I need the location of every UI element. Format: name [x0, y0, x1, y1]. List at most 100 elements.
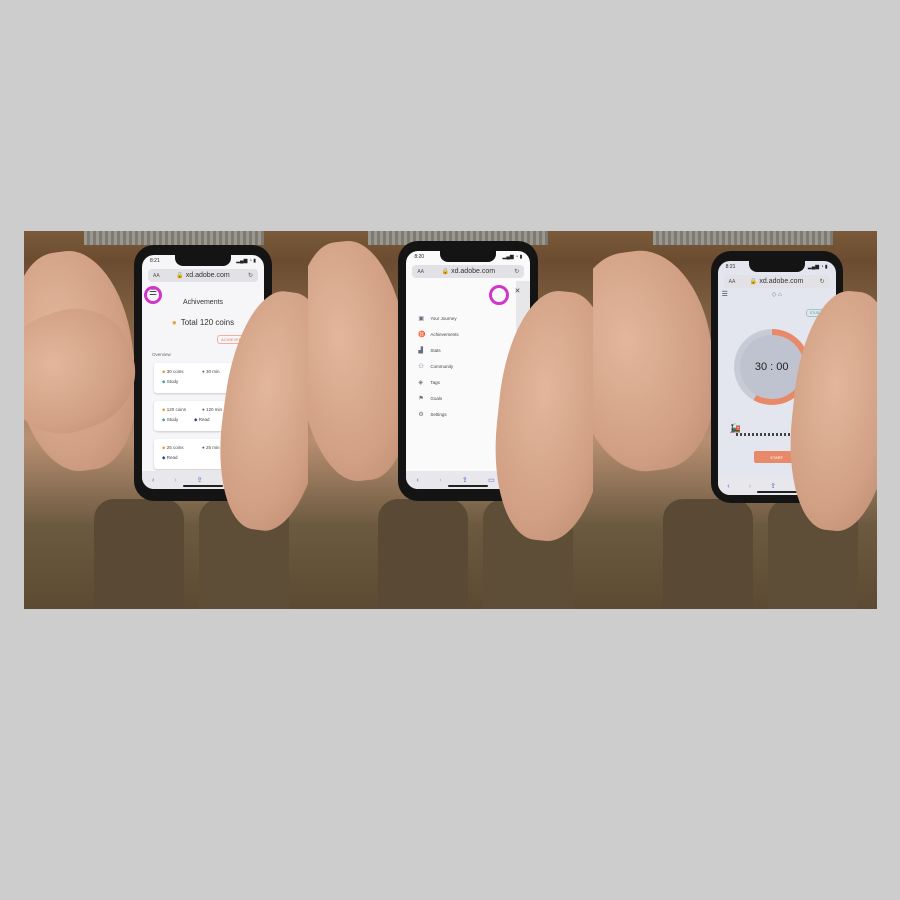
lap — [662, 499, 753, 609]
card-tag: ◆ Read — [162, 455, 178, 461]
panel-timer: 8:21 ▂▄▆ ◔ ▮ AA 🔒 xd.adobe.com ↻ ☰ ◇ ⌂ S… — [592, 231, 877, 609]
card-time: ● 25 min — [202, 445, 220, 450]
tag-icon: ◆ — [162, 407, 166, 412]
reload-icon[interactable]: ↻ — [514, 268, 519, 275]
screenshot-strip: 8:21 ▂▄▆ ◔ ▮ AA 🔒 xd.adobe.com ↻ ☰ Achiv… — [24, 231, 877, 609]
menu-item-achievements[interactable]: ♉ Achievements — [418, 331, 458, 338]
menu-item-label: Settings — [430, 412, 447, 417]
back-icon[interactable]: ‹ — [152, 477, 154, 484]
card-tag-text: Study — [166, 379, 179, 384]
notch — [748, 261, 805, 272]
reader-aa-button[interactable]: AA — [729, 279, 736, 285]
bar-chart-icon: ▟ — [418, 348, 423, 354]
menu-item-label: Stats — [430, 348, 441, 353]
notch — [440, 251, 497, 262]
medal-icon: ♉ — [418, 332, 426, 338]
forward-icon[interactable]: › — [439, 477, 441, 484]
bookmarks-icon[interactable]: ▭ — [488, 476, 495, 484]
share-icon[interactable]: ⇪ — [197, 476, 203, 484]
home-indicator — [756, 491, 797, 493]
status-icons: ▂▄▆ ◔ ▮ — [807, 264, 828, 270]
background-mat — [84, 231, 264, 245]
menu-item-settings[interactable]: ⚙ Settings — [418, 411, 446, 418]
close-icon[interactable]: ✕ — [514, 287, 520, 295]
menu-item-stats[interactable]: ▟ Stats — [418, 347, 440, 354]
journey-icon: ▣ — [418, 316, 424, 322]
highlight-ring — [144, 286, 162, 304]
share-icon[interactable]: ⇪ — [462, 476, 468, 484]
back-icon[interactable]: ‹ — [417, 477, 419, 484]
flag-icon: ⚑ — [418, 396, 424, 402]
overview-label: Overview — [152, 352, 171, 357]
card-tag-text: Study — [166, 417, 179, 422]
share-icon[interactable]: ⇪ — [770, 482, 776, 490]
background-mat — [652, 231, 833, 245]
card-tag-text: Read — [166, 455, 178, 460]
tag-icon: ◆ — [162, 445, 166, 450]
url-text: xd.adobe.com — [451, 268, 496, 275]
reader-aa-button[interactable]: AA — [153, 273, 160, 279]
menu-item-label: Achievements — [430, 332, 459, 337]
tag-icon: ◈ — [418, 380, 423, 386]
lock-icon: 🔒 — [749, 279, 758, 285]
status-icons: ▂▄▆ ◔ ▮ — [236, 258, 256, 264]
reload-icon[interactable]: ↻ — [820, 278, 825, 285]
total-coins-label: Total 120 coins — [180, 318, 235, 327]
lap — [94, 499, 184, 609]
lock-icon: 🔒 — [441, 269, 450, 275]
lap — [378, 499, 469, 609]
forward-icon[interactable]: › — [749, 483, 751, 490]
status-time: 8:21 — [725, 264, 736, 270]
menu-item-goals[interactable]: ⚑ Goals — [418, 395, 442, 402]
status-time: 8:20 — [414, 254, 425, 260]
card-tag-text: Read — [198, 417, 210, 422]
card-tag: ◆ Read — [194, 417, 210, 423]
clock-icon: ● — [202, 407, 205, 412]
card-coins-text: 120 coins — [166, 407, 186, 412]
card-coins: ◆ 30 coins — [162, 369, 184, 375]
card-time: ● 30 min — [202, 369, 220, 374]
card-time-text: 30 min — [205, 369, 220, 374]
menu-item-label: Tags — [430, 380, 440, 385]
home-indicator — [448, 485, 489, 487]
status-icons: ▂▄▆ ◔ ▮ — [502, 254, 523, 260]
panel-achievements: 8:21 ▂▄▆ ◔ ▮ AA 🔒 xd.adobe.com ↻ ☰ Achiv… — [24, 231, 309, 609]
panel-menu: 8:20 ▂▄▆ ◔ ▮ AA 🔒 xd.adobe.com ↻ ✕ ▣ Your… — [308, 231, 593, 609]
card-time: ● 120 min — [202, 407, 222, 412]
tag-icon: ◆ — [162, 379, 166, 384]
tag-icon: ◆ — [194, 417, 198, 422]
people-icon: ⚇ — [418, 364, 424, 370]
left-hand — [592, 242, 728, 480]
menu-item-label: Your Journey — [430, 316, 457, 321]
card-tag: ◆ Study — [162, 417, 178, 423]
url-text: xd.adobe.com — [185, 272, 230, 279]
address-bar[interactable]: AA 🔒 xd.adobe.com ↻ — [148, 269, 258, 282]
tag-icon: ◆ — [162, 369, 166, 374]
menu-item-your-journey[interactable]: ▣ Your Journey — [418, 315, 456, 322]
tag-icon: ◆ — [162, 417, 166, 422]
coin-status-icons: ◇ ⌂ — [771, 292, 782, 298]
clock-icon: ● — [202, 369, 205, 374]
url-text: xd.adobe.com — [759, 278, 804, 285]
menu-item-label: Community — [430, 364, 454, 369]
lock-icon: 🔒 — [176, 273, 184, 279]
card-coins-text: 25 coins — [166, 445, 184, 450]
menu-item-community[interactable]: ⚇ Community — [418, 363, 453, 370]
card-time-text: 120 min — [205, 407, 222, 412]
address-bar[interactable]: AA 🔒 xd.adobe.com ↻ — [723, 275, 830, 288]
tag-icon: ◆ — [162, 455, 166, 460]
status-time: 8:21 — [150, 258, 160, 264]
notch — [175, 255, 231, 266]
reader-aa-button[interactable]: AA — [417, 269, 424, 275]
coin-icon: ● — [171, 318, 177, 327]
clock-icon: ● — [202, 445, 205, 450]
reload-icon[interactable]: ↻ — [248, 272, 253, 279]
card-tag: ◆ Study — [162, 379, 178, 385]
address-bar[interactable]: AA 🔒 xd.adobe.com ↻ — [412, 265, 525, 278]
card-time-text: 25 min — [205, 445, 220, 450]
back-icon[interactable]: ‹ — [727, 483, 729, 490]
forward-icon[interactable]: › — [174, 477, 176, 484]
card-coins-text: 30 coins — [166, 369, 184, 374]
card-coins: ◆ 120 coins — [162, 407, 186, 413]
menu-item-tags[interactable]: ◈ Tags — [418, 379, 440, 386]
